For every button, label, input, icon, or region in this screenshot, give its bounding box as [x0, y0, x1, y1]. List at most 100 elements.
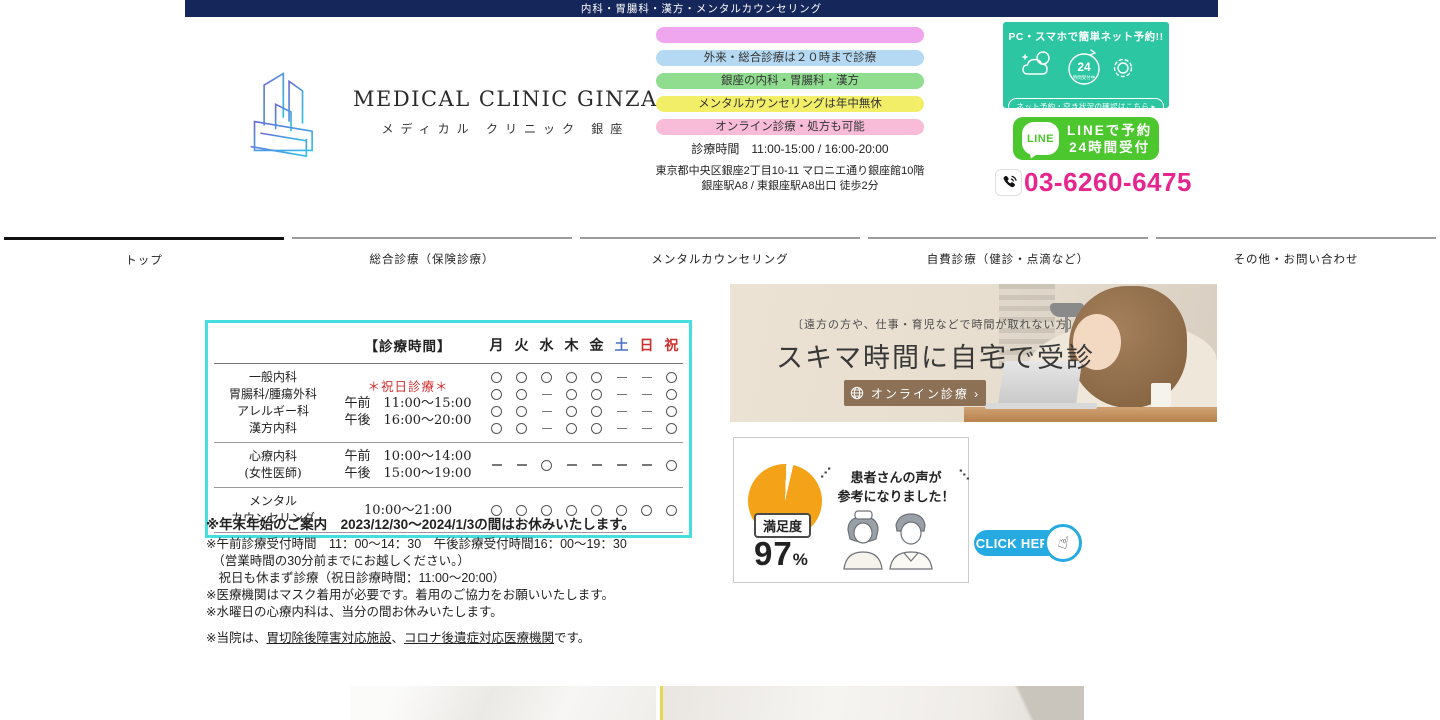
closed-mark — [542, 394, 552, 395]
open-mark — [591, 505, 602, 516]
department-line: 漢方内科 — [214, 420, 332, 437]
open-mark — [516, 423, 527, 434]
satisfaction-number: 97 — [754, 535, 793, 572]
open-mark — [566, 372, 577, 383]
tab-underline — [292, 237, 572, 239]
online-consultation-banner[interactable]: 〔遠方の方や、仕事・育児などで時間が取れない方〕 スキマ時間に自宅で受診 オンラ… — [730, 284, 1217, 422]
line-reserve-button[interactable]: LINE LINEで予約 24時間受付 — [1013, 117, 1159, 160]
department-line: 胃腸科/腫瘍外科 — [214, 386, 332, 403]
online-consultation-button[interactable]: オンライン診療 › — [844, 380, 986, 406]
open-mark — [666, 389, 677, 400]
nav-tab-2[interactable]: メンタルカウンセリング — [576, 237, 864, 269]
address-line2: 銀座駅A8 / 東銀座駅A8出口 徒歩2分 — [600, 177, 980, 193]
nav-tab-0[interactable]: トップ — [0, 237, 288, 269]
pill-list: 外来・総合診療は２０時まで診療銀座の内科・胃腸科・漢方メンタルカウンセリングは年… — [656, 27, 924, 142]
mark-row — [484, 457, 684, 474]
hero-title: スキマ時間に自宅で受診 — [776, 336, 1095, 375]
note-line-0: ※年末年始のご案内 2023/12/30〜2024/1/3の間はお休みいたします… — [206, 516, 676, 533]
open-mark — [666, 423, 677, 434]
open-mark — [491, 505, 502, 516]
hero-title-pre: スキマ時間に — [776, 343, 950, 374]
phone-number[interactable]: 03-6260-6475 — [1024, 167, 1192, 198]
availability-marks — [484, 457, 684, 474]
main-nav: トップ 総合診療（保険診療） メンタルカウンセリング 自費診療（健診・点滴など） その他… — [0, 237, 1440, 269]
nav-tab-1[interactable]: 総合診療（保険診療） — [288, 237, 576, 269]
open-mark — [566, 423, 577, 434]
department-names: 心療内科(女性医師) — [214, 448, 332, 482]
voice-line2: 参考になりました！ — [830, 487, 962, 506]
info-pill-1: 外来・総合診療は２０時まで診療 — [656, 50, 924, 66]
day-header-金: 金 — [584, 335, 609, 355]
open-mark — [541, 372, 552, 383]
clinic-name-en: MEDICAL CLINIC GINZA — [353, 87, 658, 111]
schedule-title: 【診療時間】 — [332, 335, 484, 355]
facility-link-covid[interactable]: コロナ後遺症対応医療機関 — [404, 631, 554, 645]
satisfaction-value: 97% — [754, 535, 808, 573]
voice-line1: 患者さんの声が — [830, 468, 962, 487]
time-line: 午前 11:00〜15:00 — [332, 395, 484, 412]
facility-prefix: ※当院は、 — [206, 631, 266, 645]
closed-mark — [642, 377, 652, 378]
closed-mark — [567, 464, 577, 465]
net-reservation-link[interactable]: ネット予約・空き状況の確認はこちら ▸ — [1008, 98, 1163, 115]
phone-icon — [995, 169, 1022, 196]
closed-mark — [642, 394, 652, 395]
tab-underline — [4, 237, 284, 240]
tab-label: 総合診療（保険診療） — [370, 251, 495, 267]
top-department-bar: 内科・胃腸科・漢方・メンタルカウンセリング — [185, 0, 1218, 17]
mark-row — [484, 369, 684, 386]
open-mark — [666, 372, 677, 383]
online-button-label: オンライン診療 › — [871, 385, 980, 402]
hero-tagline: 〔遠方の方や、仕事・育児などで時間が取れない方〕 — [792, 316, 1079, 332]
mug — [1151, 383, 1171, 407]
closed-mark — [592, 464, 602, 465]
department-names: 一般内科胃腸科/腫瘍外科アレルギー科漢方内科 — [214, 369, 332, 437]
hours-line: 診療時間 11:00-15:00 / 16:00-20:00 — [656, 140, 924, 157]
closed-mark — [517, 464, 527, 465]
facility-link-gastrectomy[interactable]: 胃切除後障害対応施設 — [266, 631, 391, 645]
availability-marks — [484, 369, 684, 437]
info-pill-4: オンライン診療・処方も可能 — [656, 119, 924, 135]
note-line-1: ※午前診療受付時間 11：00〜14：30 午後診療受付時間16：00〜19：3… — [206, 536, 676, 553]
open-mark — [591, 372, 602, 383]
phone-contact[interactable]: 03-6260-6475 — [995, 167, 1192, 198]
line-logo-icon: LINE — [1022, 122, 1059, 155]
badge-24: 24 — [1077, 60, 1091, 74]
line-logo-text: LINE — [1027, 133, 1054, 145]
satisfaction-card: 満足度 97% 患者さんの声が 参考になりました！ — [733, 437, 969, 583]
day-header-祝: 祝 — [659, 335, 684, 355]
open-mark — [541, 505, 552, 516]
open-mark — [616, 505, 627, 516]
mark-row — [484, 386, 684, 403]
time-line: 午前 10:00〜14:00 — [332, 448, 484, 465]
open-mark — [641, 505, 652, 516]
info-pill-3: メンタルカウンセリングは年中無休 — [656, 96, 924, 112]
tab-underline — [868, 237, 1148, 239]
open-mark — [666, 406, 677, 417]
net-reservation-title: PC・スマホで簡単ネット予約!! — [1003, 29, 1169, 44]
time-info: ＊祝日診療＊午前 11:00〜15:00午後 16:00〜20:00 — [332, 378, 484, 429]
nav-tab-3[interactable]: 自費診療（健診・点滴など） — [864, 237, 1152, 269]
top-department-text: 内科・胃腸科・漢方・メンタルカウンセリング — [581, 1, 822, 16]
address-line1: 東京都中央区銀座2丁目10-11 マロニエ通り銀座館10階 — [600, 162, 980, 178]
open-mark — [566, 406, 577, 417]
open-mark — [541, 460, 552, 471]
open-mark — [666, 505, 677, 516]
open-mark — [591, 406, 602, 417]
open-mark — [591, 389, 602, 400]
click-hand-icon[interactable]: ☝ — [1044, 524, 1082, 562]
info-pill-2: 銀座の内科・胃腸科・漢方 — [656, 73, 924, 89]
line-button-line1: LINEで予約 — [1067, 122, 1152, 139]
nav-tab-4[interactable]: その他・お問い合わせ — [1152, 237, 1440, 269]
facility-suffix: です。 — [554, 631, 590, 645]
tab-label: メンタルカウンセリング — [651, 251, 788, 267]
clinic-name-jp: メディカル クリニック 銀座 — [353, 120, 658, 137]
info-pill-0 — [656, 27, 924, 43]
clinic-logo[interactable]: MEDICAL CLINIC GINZA メディカル クリニック 銀座 — [243, 64, 658, 160]
open-mark — [566, 389, 577, 400]
open-mark — [491, 389, 502, 400]
net-reservation-banner[interactable]: PC・スマホで簡単ネット予約!! 24 時間受付中 ネット予約・空き状況の確認は… — [1003, 22, 1169, 108]
line-button-line2: 24時間受付 — [1067, 139, 1152, 156]
closed-mark — [542, 411, 552, 412]
tab-label: 自費診療（健診・点滴など） — [927, 251, 1090, 267]
